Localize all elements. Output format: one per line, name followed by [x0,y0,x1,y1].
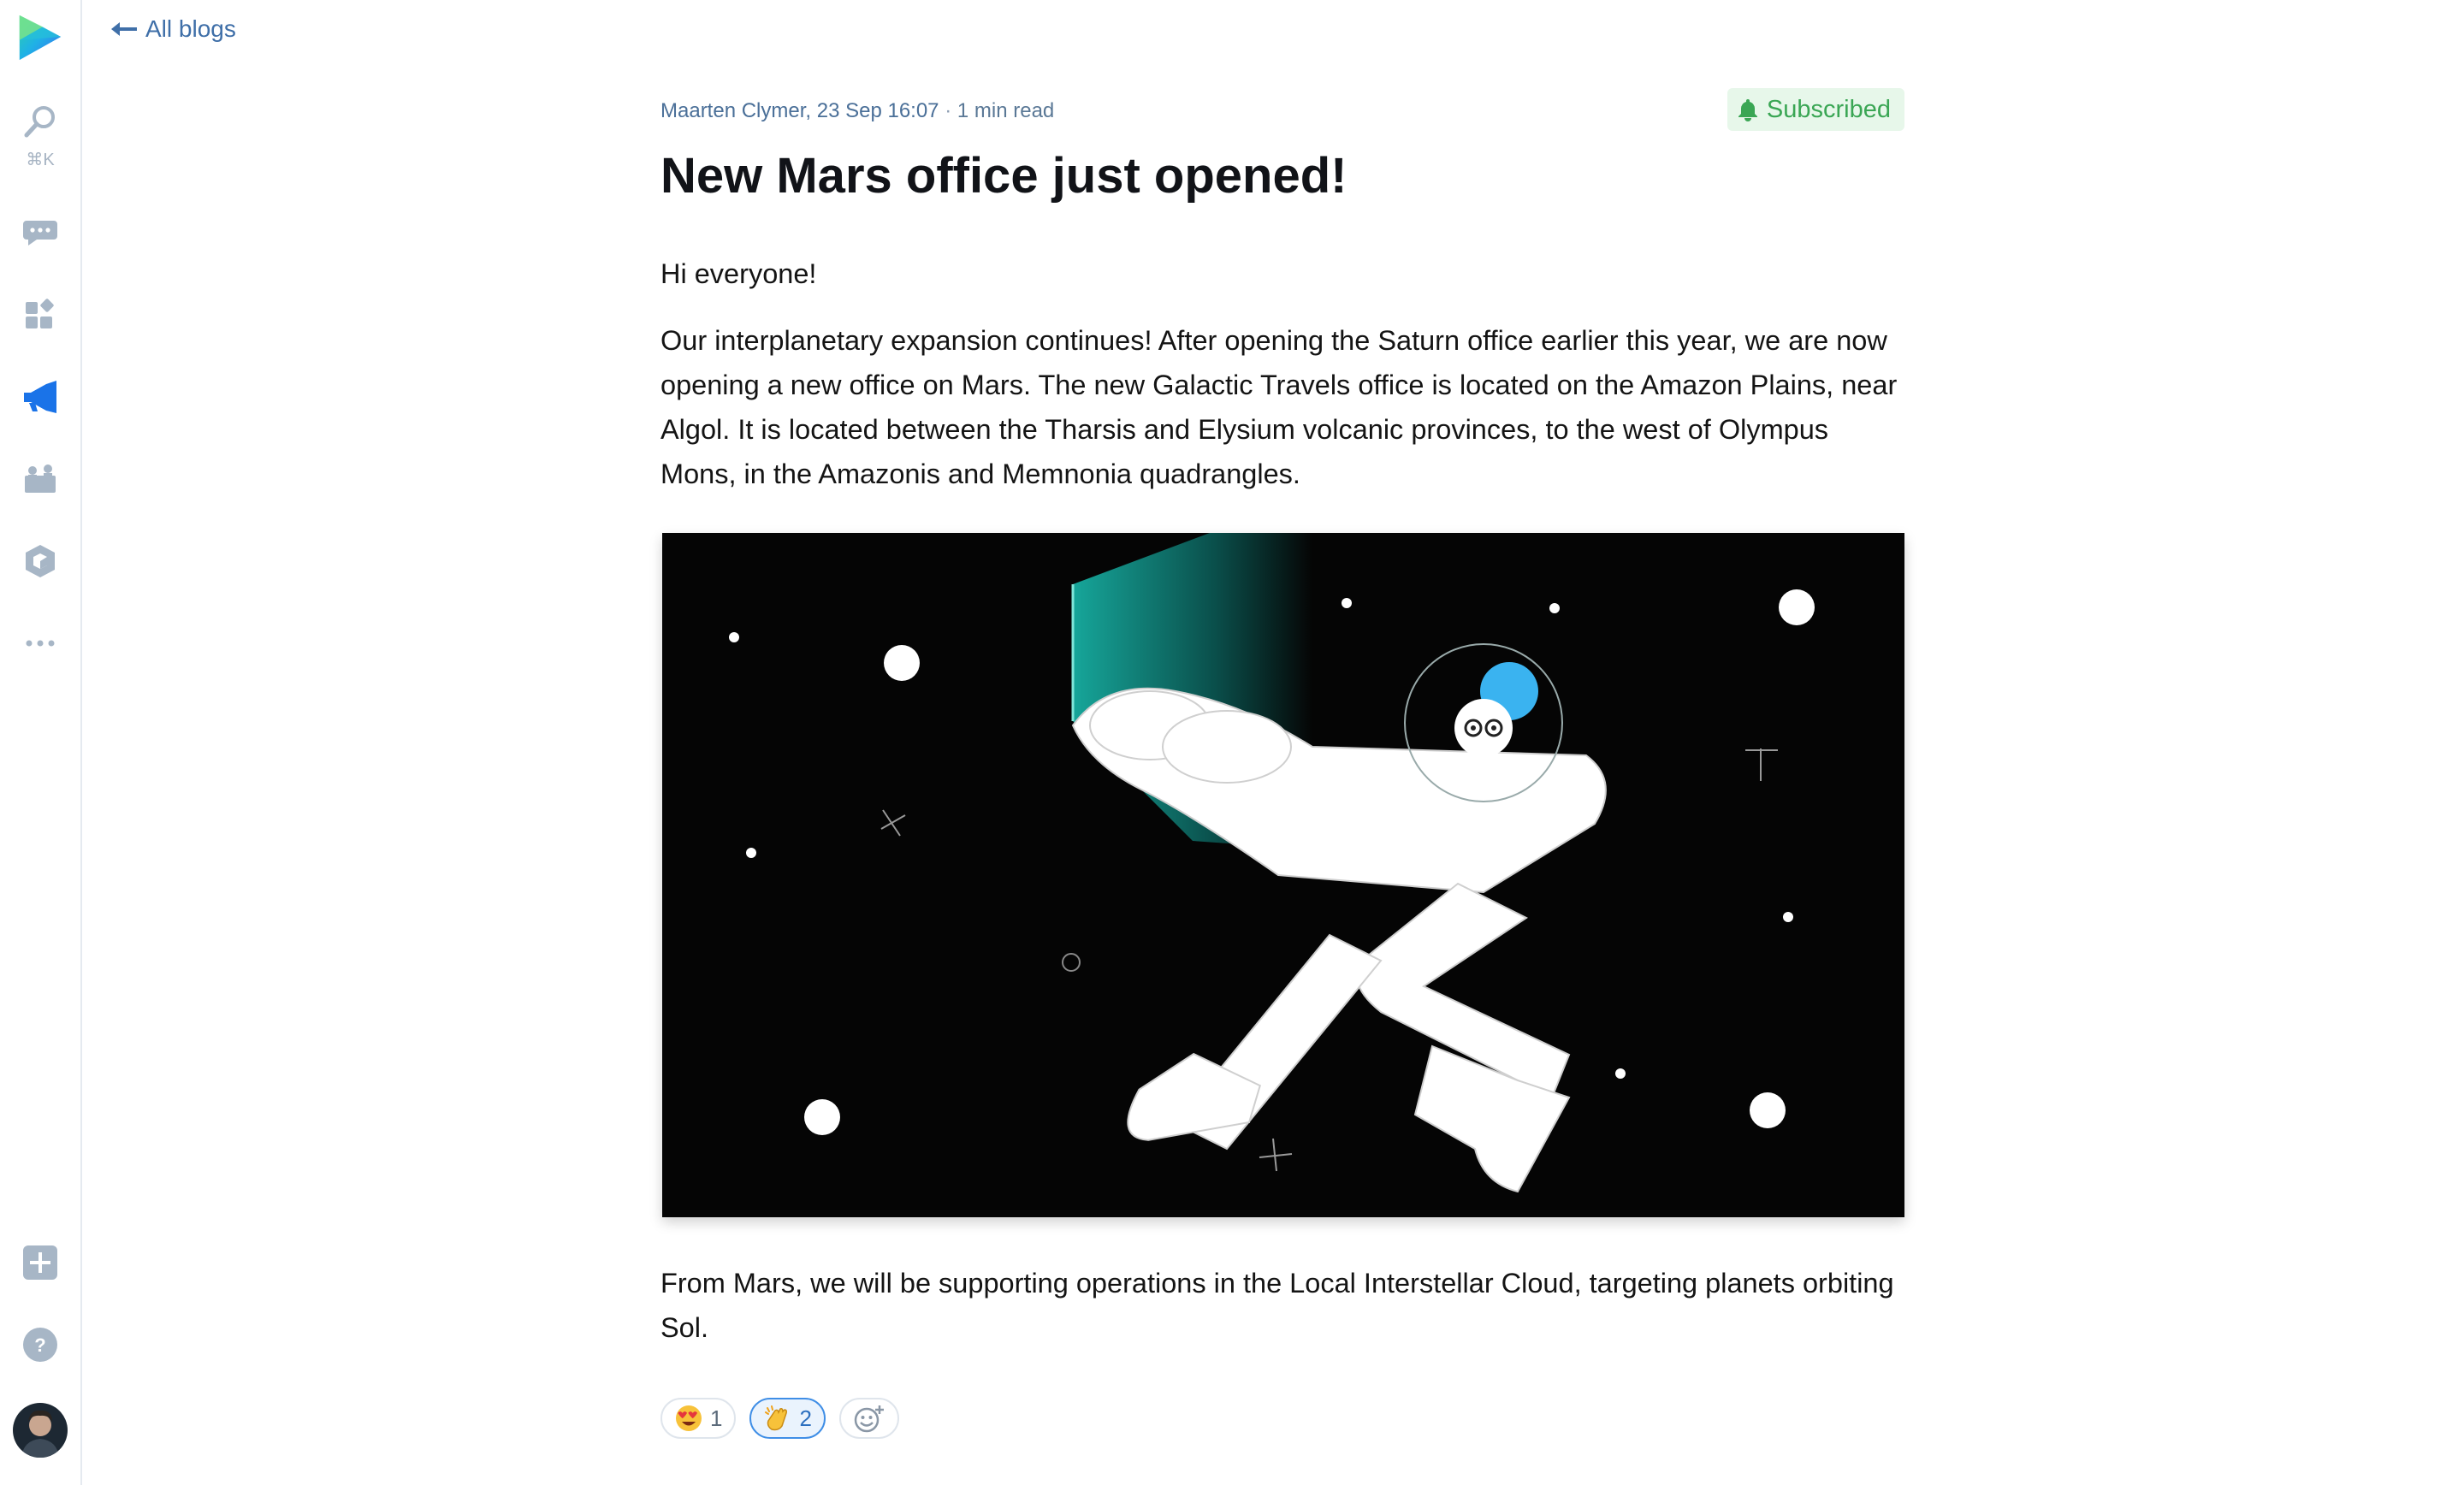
post-author[interactable]: Maarten Clymer [660,99,805,122]
chat-icon[interactable] [15,207,66,258]
more-icon[interactable] [15,618,66,669]
logo-icon[interactable] [15,12,66,63]
apps-icon[interactable] [15,289,66,340]
arrow-left-icon [111,22,137,36]
post-body: Our interplanetary expansion continues! … [660,325,1898,489]
post-meta: Maarten Clymer, 23 Sep 16:07 · 1 min rea… [660,99,1055,122]
meta-separator: · [945,99,952,122]
subscribed-button[interactable]: Subscribed [1727,88,1904,131]
post-greeting: Hi everyone! [660,258,817,289]
svg-text:?: ? [34,1334,45,1356]
read-time: 1 min read [957,99,1055,122]
avatar[interactable] [13,1403,68,1458]
post-date: 23 Sep 16:07 [816,99,939,122]
help-icon[interactable]: ? [15,1319,66,1370]
back-link-label: All blogs [145,15,236,42]
reaction-count: 1 [710,1405,723,1431]
reaction-heart-eyes[interactable]: 1 [660,1398,737,1439]
reaction-count: 2 [799,1405,812,1431]
megaphone-icon[interactable] [15,371,66,423]
add-icon[interactable] [15,1237,66,1288]
add-reaction-icon [854,1405,884,1433]
cube-icon[interactable] [15,535,66,587]
post-title: New Mars office just opened! [660,148,1348,204]
back-to-all-blogs-link[interactable]: All blogs [110,15,236,43]
search-shortcut-hint: ⌘K [26,151,55,169]
subscribed-label: Subscribed [1766,95,1891,123]
reaction-clap[interactable]: 2 [749,1398,826,1439]
bell-icon [1738,99,1757,121]
team-icon[interactable] [15,453,66,505]
heart-eyes-icon [676,1405,702,1431]
hero-image-astronaut [662,533,1904,1217]
clap-icon [765,1405,788,1431]
search-icon[interactable] [15,96,66,147]
app-sidebar: ⌘K ? [0,0,82,1485]
reactions-bar: 1 2 [660,1398,899,1439]
post-closing: From Mars, we will be supporting operati… [660,1268,1894,1343]
add-reaction-button[interactable] [838,1398,899,1439]
